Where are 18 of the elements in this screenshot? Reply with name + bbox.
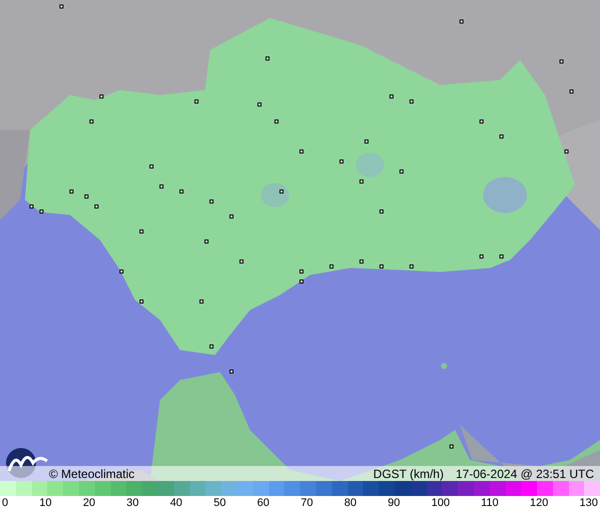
scale-tick-label: 110: [481, 498, 499, 509]
scale-tick-label: 40: [170, 498, 182, 509]
scale-tick-label: 70: [300, 498, 313, 509]
logo-icon: [5, 447, 49, 479]
scale-tick-label: 90: [388, 498, 400, 509]
scale-tick-label: 100: [431, 498, 450, 509]
scale-tick-label: 50: [214, 498, 226, 509]
scale-tick-label: 130: [580, 498, 598, 509]
variable-label: DGST (km/h): [373, 468, 444, 480]
scale-tick-label: 120: [530, 498, 548, 509]
scale-tick-label: 0: [2, 498, 8, 509]
scale-tick-label: 60: [257, 498, 270, 509]
scale-tick-label: 80: [344, 498, 356, 509]
scale-tick-label: 10: [39, 498, 52, 509]
scale-tick-label: 30: [126, 498, 139, 509]
timestamp: 17-06-2024 @ 23:51 UTC: [456, 468, 594, 480]
scale-tick-label: 20: [82, 498, 96, 509]
credit-text: © Meteoclimatic: [49, 468, 135, 480]
